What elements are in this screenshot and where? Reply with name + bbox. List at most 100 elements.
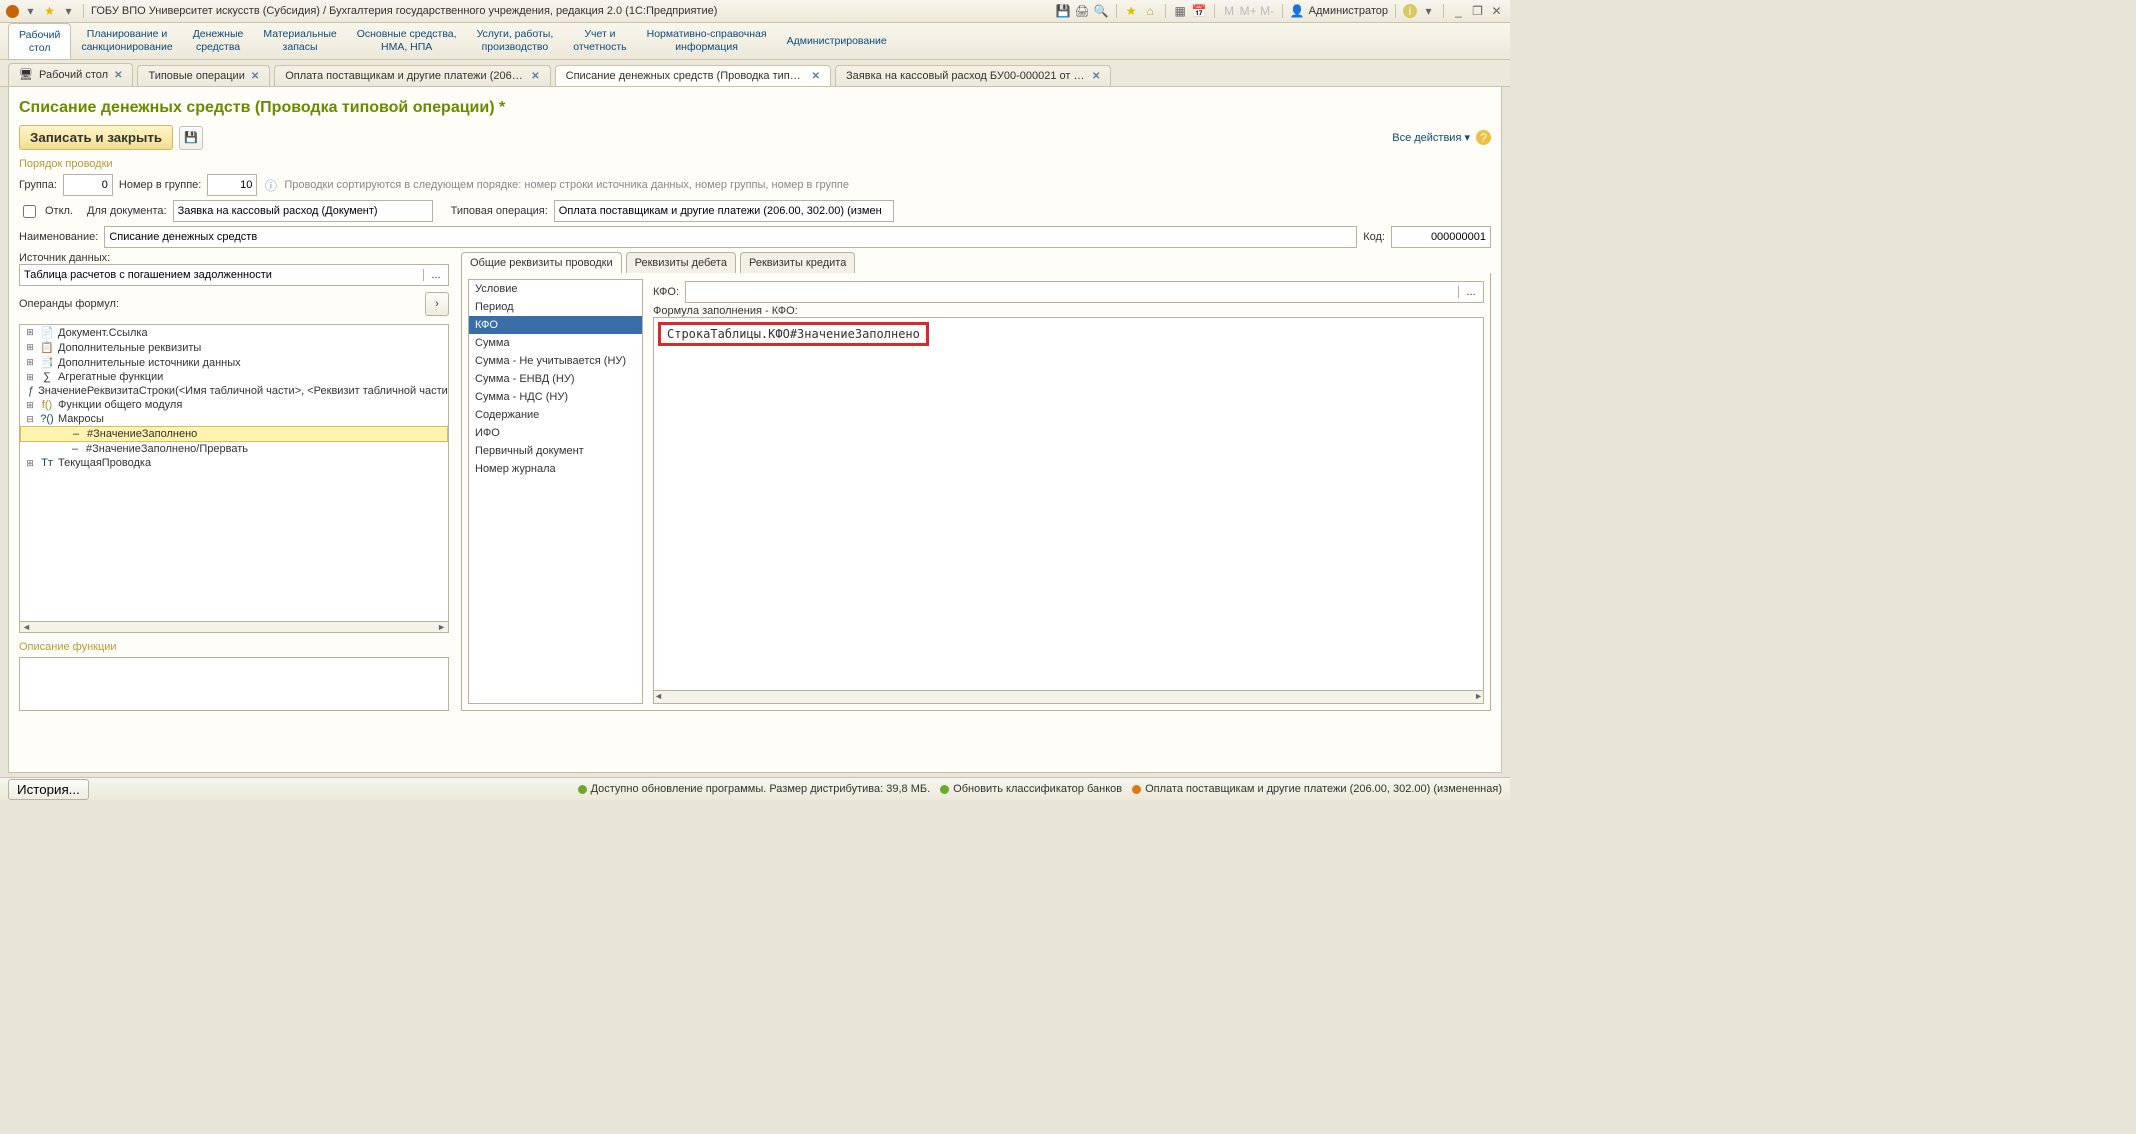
tree-node-icon: ∑: [40, 371, 54, 383]
menu-item[interactable]: Нормативно-справочнаяинформация: [637, 23, 777, 59]
close-tab-icon[interactable]: ✕: [114, 70, 122, 81]
document-tab[interactable]: Оплата поставщикам и другие платежи (206…: [274, 65, 550, 86]
m-minus-icon[interactable]: M-: [1260, 4, 1275, 19]
document-tab[interactable]: Списание денежных средств (Проводка типо…: [555, 65, 831, 86]
tree-hscroll[interactable]: ◄►: [19, 622, 449, 633]
kfo-select[interactable]: ...: [685, 281, 1484, 303]
save-icon[interactable]: 💾: [1056, 4, 1071, 19]
status-msg-update[interactable]: Доступно обновление программы. Размер ди…: [578, 783, 931, 795]
document-tab[interactable]: Заявка на кассовый расход БУ00-000021 от…: [835, 65, 1111, 86]
tree-row[interactable]: ⊟?()Макросы: [20, 412, 448, 426]
dropdown-icon[interactable]: ▾: [1421, 4, 1436, 19]
requisite-item[interactable]: Содержание: [469, 406, 642, 424]
document-tab[interactable]: 🖥Рабочий стол✕: [8, 63, 133, 86]
requisite-item[interactable]: Условие: [469, 280, 642, 298]
document-tab[interactable]: Типовые операции✕: [137, 65, 270, 86]
print-icon[interactable]: 🖨: [1075, 4, 1090, 19]
all-actions-link[interactable]: Все действия ▾: [1392, 131, 1470, 144]
formula-hscroll[interactable]: ◄►: [653, 691, 1484, 704]
requisite-item[interactable]: Номер журнала: [469, 460, 642, 478]
requisite-item[interactable]: Сумма - НДС (НУ): [469, 388, 642, 406]
favorite-icon[interactable]: ★: [1124, 4, 1139, 19]
detail-tab[interactable]: Реквизиты дебета: [626, 252, 736, 273]
home-icon[interactable]: ⌂: [1143, 4, 1158, 19]
info-icon[interactable]: i: [1403, 4, 1417, 18]
tree-row[interactable]: ⊞📄Документ.Ссылка: [20, 325, 448, 340]
tree-toggle-icon[interactable]: ⊞: [24, 372, 36, 383]
for-document-field[interactable]: [173, 200, 433, 222]
menu-item[interactable]: Материальныезапасы: [253, 23, 346, 59]
requisite-item[interactable]: Сумма: [469, 334, 642, 352]
help-icon[interactable]: ?: [1476, 130, 1491, 145]
menu-item[interactable]: Рабочийстол: [8, 23, 71, 59]
typical-operation-field[interactable]: [554, 200, 894, 222]
dropdown-icon[interactable]: ▾: [23, 4, 38, 19]
detail-tab[interactable]: Общие реквизиты проводки: [461, 252, 622, 273]
menu-item[interactable]: Планирование исанкционирование: [71, 23, 182, 59]
formula-editor[interactable]: СтрокаТаблицы.КФО#ЗначениеЗаполнено: [653, 317, 1484, 691]
menu-item[interactable]: Учет иотчетность: [563, 23, 636, 59]
close-tab-icon[interactable]: ✕: [251, 71, 259, 82]
tree-row[interactable]: –#ЗначениеЗаполнено/Прервать: [20, 442, 448, 456]
tree-toggle-icon[interactable]: ⊞: [24, 400, 36, 411]
group-field[interactable]: [63, 174, 113, 196]
user-label[interactable]: Администратор: [1309, 5, 1388, 17]
close-tab-icon[interactable]: ✕: [812, 71, 820, 82]
requisite-item[interactable]: КФО: [469, 316, 642, 334]
ellipsis-button[interactable]: ...: [423, 269, 448, 281]
lbl-kfo: КФО:: [653, 286, 679, 298]
dropdown-icon[interactable]: ▾: [61, 4, 76, 19]
calendar-icon[interactable]: 📅: [1192, 4, 1207, 19]
status-msg-banks[interactable]: Обновить классификатор банков: [940, 783, 1122, 795]
tree-row[interactable]: ⊞∑Агрегатные функции: [20, 370, 448, 384]
tree-row[interactable]: ⊞TтТекущаяПроводка: [20, 456, 448, 470]
name-field[interactable]: [104, 226, 1357, 248]
tree-row[interactable]: ⊞📋Дополнительные реквизиты: [20, 340, 448, 355]
code-field[interactable]: [1391, 226, 1491, 248]
menu-item[interactable]: Основные средства,НМА, НПА: [347, 23, 467, 59]
requisite-item[interactable]: Период: [469, 298, 642, 316]
requisite-item[interactable]: Сумма - ЕНВД (НУ): [469, 370, 642, 388]
tree-row[interactable]: ƒЗначениеРеквизитаСтроки(<Имя табличной …: [20, 384, 448, 398]
operands-tree[interactable]: ⊞📄Документ.Ссылка⊞📋Дополнительные реквиз…: [19, 324, 449, 622]
info-icon[interactable]: ⓘ: [263, 178, 278, 193]
fn-description-box[interactable]: [19, 657, 449, 711]
close-tab-icon[interactable]: ✕: [1092, 71, 1100, 82]
requisite-item[interactable]: Первичный документ: [469, 442, 642, 460]
detail-tab[interactable]: Реквизиты кредита: [740, 252, 855, 273]
tree-toggle-icon[interactable]: ⊟: [24, 414, 36, 425]
datasource-select[interactable]: ...: [19, 264, 449, 286]
requisite-item[interactable]: ИФО: [469, 424, 642, 442]
num-in-group-field[interactable]: [207, 174, 257, 196]
tree-toggle-icon[interactable]: ⊞: [24, 342, 36, 353]
minimize-icon[interactable]: _: [1451, 4, 1466, 19]
maximize-icon[interactable]: ❐: [1470, 4, 1485, 19]
menu-item[interactable]: Услуги, работы,производство: [467, 23, 564, 59]
search-icon[interactable]: 🔍: [1094, 4, 1109, 19]
requisite-list[interactable]: УсловиеПериодКФОСуммаСумма - Не учитывае…: [468, 279, 643, 704]
close-tab-icon[interactable]: ✕: [531, 71, 539, 82]
close-icon[interactable]: ✕: [1489, 4, 1504, 19]
tree-row[interactable]: –#ЗначениеЗаполнено: [20, 426, 448, 442]
tree-toggle-icon[interactable]: ⊞: [24, 357, 36, 368]
off-checkbox[interactable]: [23, 205, 36, 218]
menu-item[interactable]: Денежныесредства: [183, 23, 254, 59]
menu-item[interactable]: Администрирование: [777, 23, 897, 59]
calc-icon[interactable]: ▦: [1173, 4, 1188, 19]
tree-node-icon: ?(): [40, 413, 54, 425]
tree-row[interactable]: ⊞📑Дополнительные источники данных: [20, 355, 448, 370]
m-icon[interactable]: M: [1222, 4, 1237, 19]
tree-row[interactable]: ⊞f()Функции общего модуля: [20, 398, 448, 412]
history-button[interactable]: История...: [8, 779, 89, 800]
ellipsis-button[interactable]: ...: [1458, 286, 1483, 298]
star-icon[interactable]: ★: [42, 4, 57, 19]
tree-toggle-icon[interactable]: ⊞: [24, 458, 36, 469]
user-icon: 👤: [1290, 4, 1305, 19]
insert-operand-button[interactable]: ›: [425, 292, 449, 316]
status-msg-op[interactable]: Оплата поставщикам и другие платежи (206…: [1132, 783, 1502, 795]
tree-toggle-icon[interactable]: ⊞: [24, 327, 36, 338]
requisite-item[interactable]: Сумма - Не учитывается (НУ): [469, 352, 642, 370]
save-close-button[interactable]: Записать и закрыть: [19, 125, 173, 150]
m-plus-icon[interactable]: M+: [1241, 4, 1256, 19]
save-button[interactable]: 💾: [179, 126, 203, 150]
